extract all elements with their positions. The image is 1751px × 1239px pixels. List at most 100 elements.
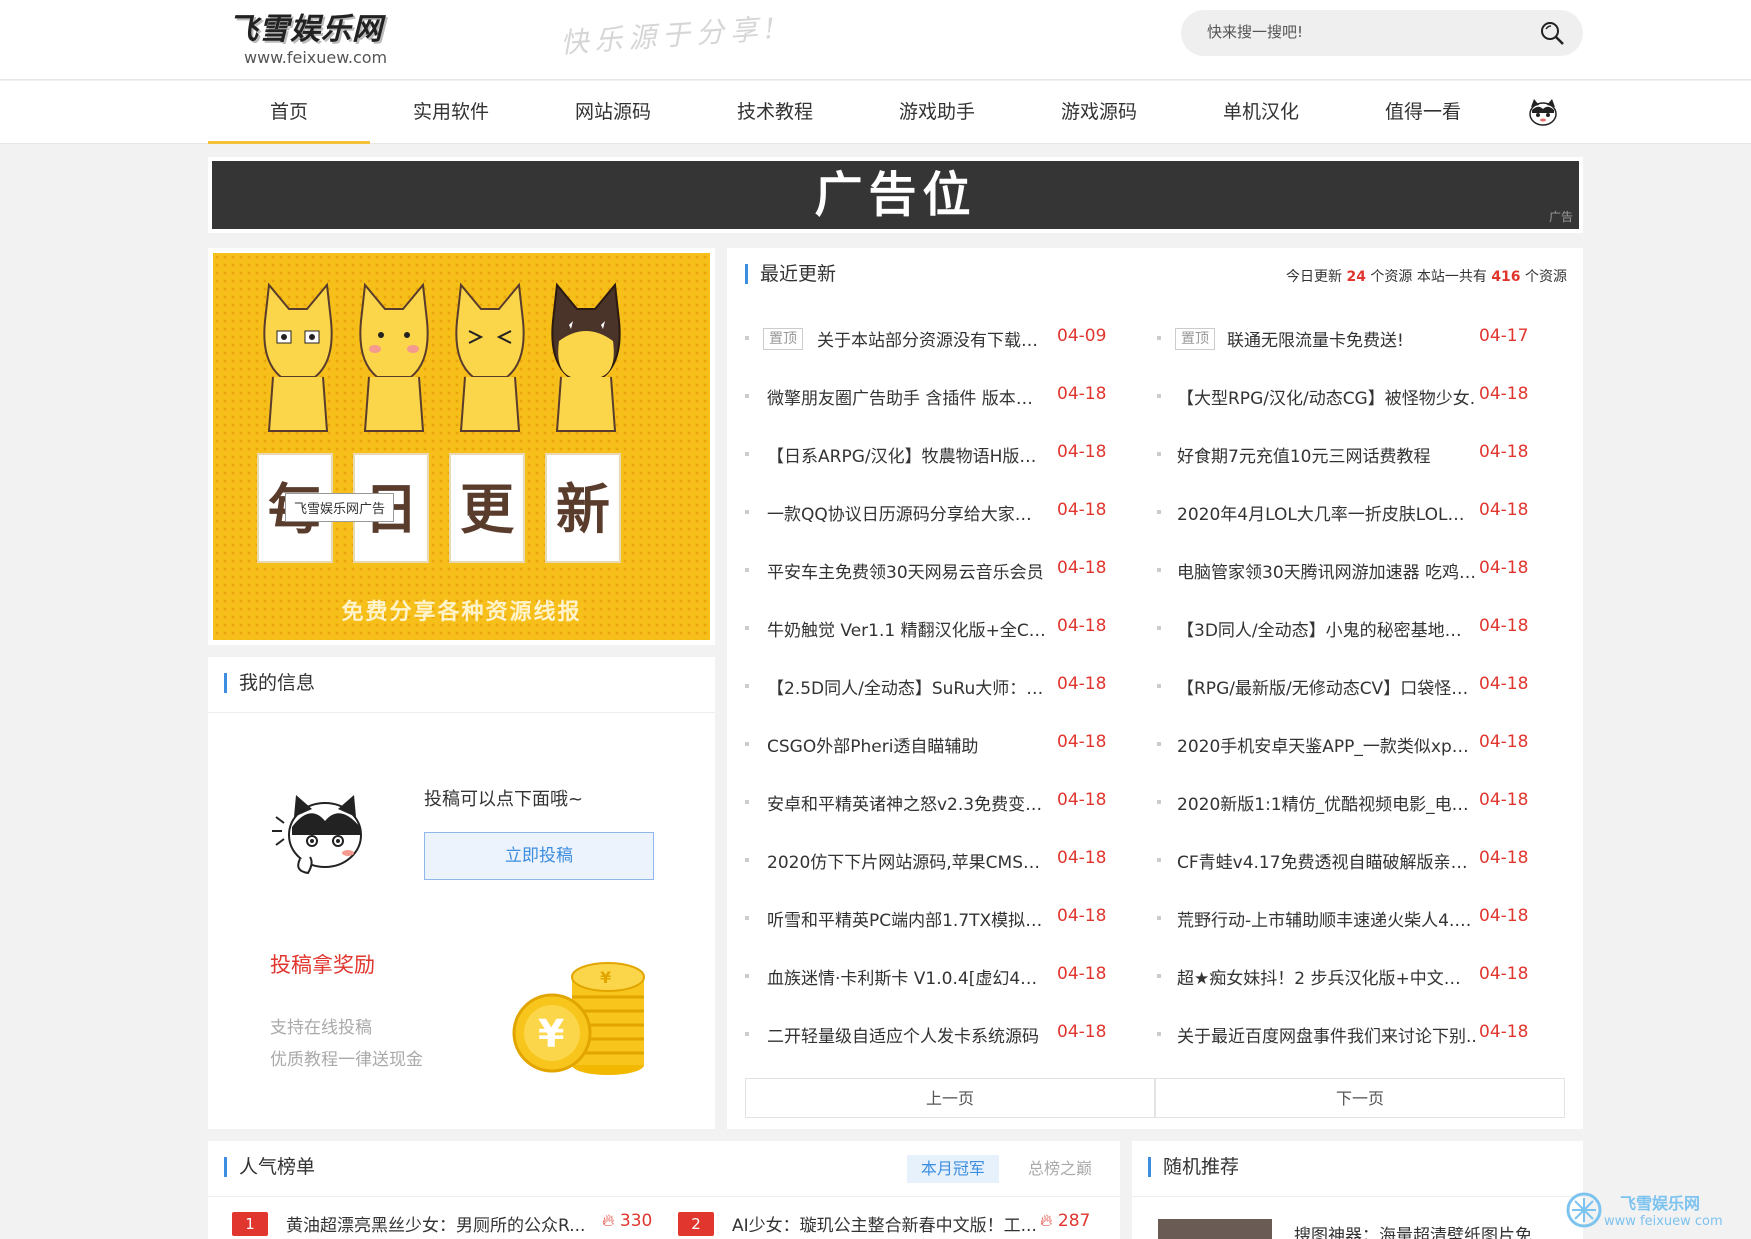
list-item[interactable]: 听雪和平精英PC端内部1.7TX模拟器透... 04-18 (745, 906, 1145, 936)
promo-image-box[interactable]: 每 日 更 新 飞雪娱乐网广告 免费分享各种资源线报 (208, 248, 715, 645)
list-item-title: 【RPG/最新版/无修动态CV】口袋怪兽.. (1177, 679, 1477, 699)
random-item-title[interactable]: 搜图神器：海量超清壁纸图片免 (1294, 1221, 1532, 1239)
random-thumbnail[interactable] (1158, 1219, 1272, 1239)
list-item-date: 04-18 (1057, 906, 1107, 926)
list-bullet (745, 974, 749, 978)
pinned-badge: 置顶 (763, 328, 803, 350)
list-bullet (1157, 800, 1161, 804)
list-bullet (1157, 858, 1161, 862)
list-item-date: 04-18 (1479, 384, 1529, 404)
ad-tag: 广告 (1548, 210, 1573, 224)
list-bullet (745, 336, 749, 340)
list-item[interactable]: 一款QQ协议日历源码分享给大家编译好 04-18 (745, 500, 1145, 530)
search-icon[interactable] (1539, 20, 1565, 46)
list-item[interactable]: 【日系ARPG/汉化】牧農物语H版【攻... 04-18 (745, 442, 1145, 472)
list-item-date: 04-18 (1057, 384, 1107, 404)
rank-title: 黄油超漂亮黑丝少女：男厕所的公众R... (286, 1216, 586, 1236)
list-item-title: 微擎朋友圈广告助手 含插件 版本号:11... (767, 389, 1047, 409)
site-logo[interactable]: 飞雪娱乐网 www.feixuew.com (228, 4, 418, 70)
next-page-button[interactable]: 下一页 (1155, 1078, 1565, 1118)
list-item[interactable]: 牛奶触觉 Ver1.1 精翻汉化版+全CG【更 04-18 (745, 616, 1145, 646)
nav-item-worth-seeing[interactable]: 值得一看 (1342, 81, 1504, 144)
nav-item-game-helper[interactable]: 游戏助手 (856, 81, 1018, 144)
search-input[interactable] (1207, 23, 1527, 41)
prev-page-button[interactable]: 上一页 (745, 1078, 1155, 1118)
list-item[interactable]: 【大型RPG/汉化/动态CG】被怪物少女. 04-18 (1157, 384, 1557, 414)
list-item-date: 04-18 (1479, 906, 1529, 926)
nav-item-site-source[interactable]: 网站源码 (532, 81, 694, 144)
list-item-date: 04-18 (1479, 1022, 1529, 1042)
list-item[interactable]: 2020仿下下片网站源码,苹果CMS内核... 04-18 (745, 848, 1145, 878)
logo-title: 飞雪娱乐网 (228, 12, 383, 47)
list-item[interactable]: 平安车主免费领30天网易云音乐会员 04-18 (745, 558, 1145, 588)
list-item[interactable]: 置顶 联通无限流量卡免费送! 04-17 (1157, 326, 1557, 356)
rank-count-value: 330 (619, 1211, 653, 1231)
list-bullet (1157, 568, 1161, 572)
promo-tooltip: 飞雪娱乐网广告 (285, 493, 395, 522)
tab-month-champion[interactable]: 本月冠军 (906, 1155, 999, 1183)
list-item[interactable]: 电脑管家领30天腾讯网游加速器 吃鸡加. 04-18 (1157, 558, 1557, 588)
list-bullet (745, 916, 749, 920)
list-item[interactable]: 2020新版1:1精仿_优酷视频电影_电视剧 04-18 (1157, 790, 1557, 820)
total-count: 416 (1491, 269, 1521, 285)
tab-all-time[interactable]: 总榜之巅 (1014, 1155, 1106, 1183)
list-item-date: 04-18 (1057, 558, 1107, 578)
random-header: 随机推荐 (1132, 1141, 1583, 1197)
list-item-title: CSGO外部Pheri透自瞄辅助 (767, 737, 979, 757)
rank-badge: 1 (232, 1212, 268, 1236)
site-slogan: 快乐源于分享! (559, 11, 783, 60)
nav-item-software[interactable]: 实用软件 (370, 81, 532, 144)
list-item-title: 电脑管家领30天腾讯网游加速器 吃鸡加. (1177, 563, 1477, 583)
list-item-date: 04-18 (1479, 558, 1529, 578)
list-item[interactable]: 关于最近百度网盘事件我们来讨论下别.. 04-18 (1157, 1022, 1557, 1052)
list-item[interactable]: CF青蛙v4.17免费透视自瞄破解版亲测稳 04-18 (1157, 848, 1557, 878)
list-item[interactable]: 2020年4月LOL大几率一折皮肤LOL幸运 04-18 (1157, 500, 1557, 530)
list-item[interactable]: CSGO外部Pheri透自瞄辅助 04-18 (745, 732, 1145, 762)
main-nav: 首页 实用软件 网站源码 技术教程 游戏助手 游戏源码 单机汉化 值得一看 (0, 81, 1751, 144)
list-item-date: 04-18 (1479, 674, 1529, 694)
list-item-date: 04-18 (1479, 616, 1529, 636)
nav-item-localization[interactable]: 单机汉化 (1180, 81, 1342, 144)
cat-mascot-icon (272, 795, 362, 875)
list-item[interactable]: 荒野行动-上市辅助顺丰速递火柴人4.18. 04-18 (1157, 906, 1557, 936)
list-bullet (1157, 626, 1161, 630)
user-avatar-icon[interactable] (1526, 95, 1560, 129)
list-item-title: 关于本站部分资源没有下载链接... (817, 331, 1047, 351)
list-item[interactable]: 好食期7元充值10元三网话费教程 04-18 (1157, 442, 1557, 472)
ad-text: 广告位 (814, 167, 977, 223)
stats-text: 个资源 (1525, 269, 1567, 285)
list-item-date: 04-18 (1479, 790, 1529, 810)
list-item-date: 04-18 (1479, 732, 1529, 752)
my-info-header: 我的信息 (208, 657, 715, 713)
watermark-logo-icon (1566, 1192, 1602, 1228)
stats-text: 个资源 本站一共有 (1370, 269, 1487, 285)
ad-banner[interactable]: 广告位 广告 (208, 157, 1583, 233)
list-item[interactable]: 超★痴女妹抖！2 步兵汉化版+中文提取. 04-18 (1157, 964, 1557, 994)
list-item-title: 牛奶触觉 Ver1.1 精翻汉化版+全CG【更 (767, 621, 1047, 641)
list-bullet (745, 568, 749, 572)
recent-title: 最近更新 (745, 264, 836, 284)
site-header: 飞雪娱乐网 www.feixuew.com 快乐源于分享! (0, 0, 1751, 80)
rank-item[interactable]: 1 黄油超漂亮黑丝少女：男厕所的公众R... 🔥︎ 330 (232, 1211, 652, 1239)
list-item-title: 【大型RPG/汉化/动态CG】被怪物少女. (1177, 389, 1476, 409)
list-bullet (1157, 974, 1161, 978)
submit-post-button[interactable]: 立即投稿 (424, 832, 654, 880)
list-item[interactable]: 【3D同人/全动态】小鬼的秘密基地：え 04-18 (1157, 616, 1557, 646)
list-bullet (745, 800, 749, 804)
list-item[interactable]: 2020手机安卓天鉴APP_一款类似xpose 04-18 (1157, 732, 1557, 762)
list-item[interactable]: 【2.5D同人/全动态】SuRu大师：3月极 04-18 (745, 674, 1145, 704)
list-item[interactable]: 二开轻量级自适应个人发卡系统源码 04-18 (745, 1022, 1145, 1052)
list-item[interactable]: 【RPG/最新版/无修动态CV】口袋怪兽.. 04-18 (1157, 674, 1557, 704)
list-item[interactable]: 微擎朋友圈广告助手 含插件 版本号:11... 04-18 (745, 384, 1145, 414)
list-item-title: 【3D同人/全动态】小鬼的秘密基地：え (1177, 621, 1477, 641)
nav-item-home[interactable]: 首页 (208, 81, 370, 144)
list-item[interactable]: 安卓和平精英诸神之怒v2.3免费变态稳... 04-18 (745, 790, 1145, 820)
list-item-title: 一款QQ协议日历源码分享给大家编译好 (767, 505, 1047, 525)
list-item-title: 听雪和平精英PC端内部1.7TX模拟器透... (767, 911, 1047, 931)
list-item[interactable]: 血族迷情·卡利斯卡 V1.0.4[虚幻4引擎打. 04-18 (745, 964, 1145, 994)
rank-item[interactable]: 2 AI少女：璇玑公主整合新春中文版！工... 🔥︎ 287 (678, 1211, 1098, 1239)
recent-header: 最近更新 今日更新 24 个资源 本站一共有 416 个资源 (745, 264, 1567, 294)
list-item[interactable]: 置顶 关于本站部分资源没有下载链接... 04-09 (745, 326, 1145, 356)
nav-item-tutorials[interactable]: 技术教程 (694, 81, 856, 144)
nav-item-game-source[interactable]: 游戏源码 (1018, 81, 1180, 144)
